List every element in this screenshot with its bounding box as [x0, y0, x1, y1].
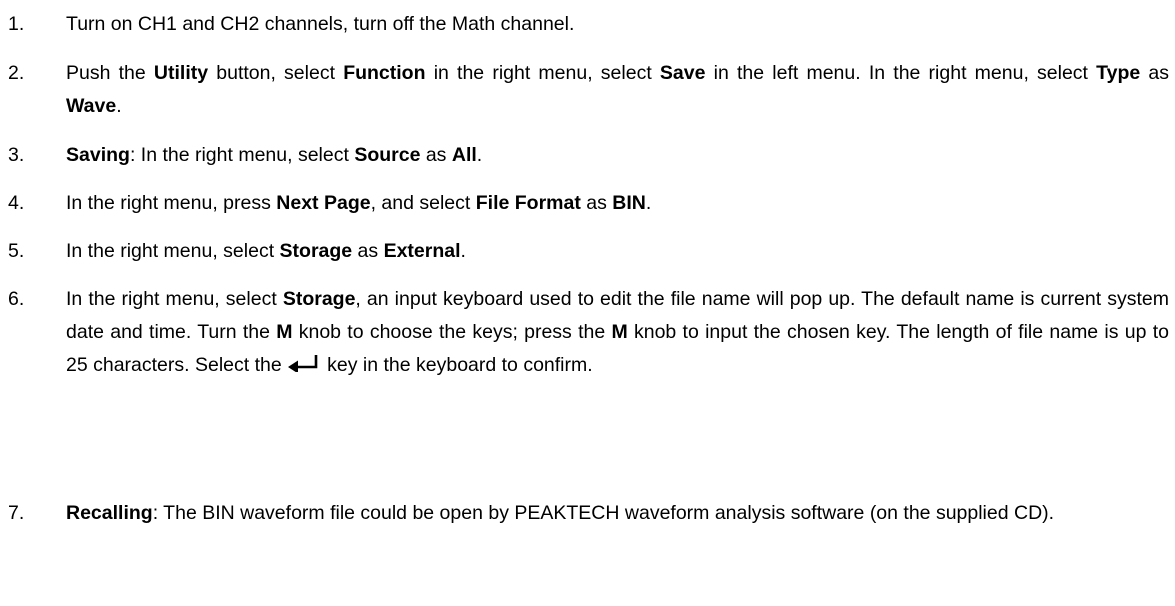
- text-run: Turn on CH1 and CH2 channels, turn off t…: [66, 13, 575, 35]
- bold-term: Next Page: [276, 192, 371, 214]
- bold-term: File Format: [475, 192, 581, 214]
- text-run: Push the: [66, 62, 154, 84]
- text-run: In the right menu, press: [66, 192, 277, 214]
- text-run: In the right menu, select: [66, 240, 280, 262]
- bold-term: All: [451, 144, 477, 166]
- step-text: Turn on CH1 and CH2 channels, turn off t…: [66, 8, 1169, 41]
- text-run: .: [645, 192, 652, 214]
- bold-term: M: [611, 321, 628, 343]
- bold-term: Source: [354, 144, 421, 166]
- step-text: In the right menu, press Next Page, and …: [66, 187, 1169, 220]
- step-number: 1.: [8, 13, 25, 35]
- bold-term: M: [276, 321, 293, 343]
- text-run: key in the keyboard to confirm.: [327, 354, 593, 376]
- bold-term: Wave: [66, 95, 117, 117]
- bold-term: Type: [1096, 62, 1141, 84]
- step-number: 4.: [8, 192, 25, 214]
- text-run: : In the right menu, select: [129, 144, 355, 166]
- enter-key-icon: [288, 355, 318, 372]
- text-run: as: [1140, 62, 1170, 84]
- bold-term: Function: [343, 62, 426, 84]
- text-run: knob to choose the keys; press the: [292, 321, 612, 343]
- step-number: 6.: [8, 288, 25, 310]
- text-run: in the right menu, select: [425, 62, 660, 84]
- step-number: 2.: [8, 62, 25, 84]
- text-run: In the right menu, select: [66, 288, 283, 310]
- bold-term: BIN: [612, 192, 646, 214]
- step-text: In the right menu, select Storage as Ext…: [66, 235, 1169, 268]
- step-text: Saving: In the right menu, select Source…: [66, 139, 1169, 172]
- text-run: : The BIN waveform file could be open by…: [152, 502, 1055, 524]
- text-run: button, select: [208, 62, 344, 84]
- text-run: as: [580, 192, 613, 214]
- bold-term: Storage: [282, 288, 356, 310]
- step-number: 3.: [8, 144, 25, 166]
- text-run: as: [352, 240, 384, 262]
- step-text: Recalling: The BIN waveform file could b…: [66, 497, 1169, 530]
- bold-term: Utility: [153, 62, 209, 84]
- text-run: in the left menu. In the right menu, sel…: [705, 62, 1097, 84]
- text-run: .: [116, 95, 122, 117]
- text-run: .: [476, 144, 483, 166]
- bold-term: Storage: [279, 240, 353, 262]
- text-run: .: [460, 240, 466, 262]
- bold-term: External: [383, 240, 461, 262]
- step-text: Push the Utility button, select Function…: [66, 57, 1169, 123]
- step-number: 5.: [8, 240, 25, 262]
- step-text: In the right menu, select Storage, an in…: [66, 283, 1169, 382]
- text-run: , and select: [370, 192, 476, 214]
- bold-term: Recalling: [66, 502, 153, 524]
- bold-term: Saving: [66, 144, 130, 166]
- step-number: 7.: [8, 502, 25, 524]
- bold-term: Save: [659, 62, 706, 84]
- text-run: as: [420, 144, 452, 166]
